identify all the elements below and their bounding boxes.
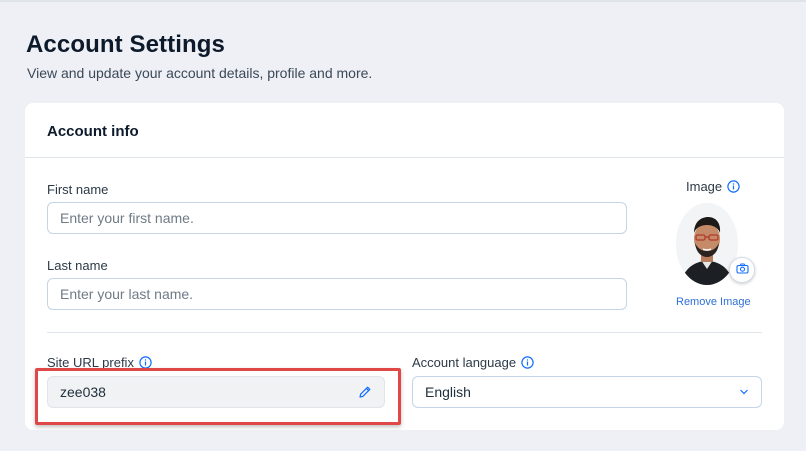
page-title: Account Settings bbox=[26, 31, 225, 58]
divider bbox=[47, 332, 762, 333]
last-name-label-text: Last name bbox=[47, 258, 108, 273]
card-header: Account info bbox=[25, 103, 784, 158]
first-name-label-text: First name bbox=[47, 182, 109, 197]
page-subtitle: View and update your account details, pr… bbox=[27, 65, 373, 81]
chevron-down-icon bbox=[739, 389, 749, 395]
first-name-label: First name bbox=[47, 182, 108, 197]
account-language-dropdown[interactable]: English bbox=[412, 376, 762, 408]
image-label: Image bbox=[686, 179, 740, 194]
change-image-button[interactable] bbox=[729, 257, 755, 283]
last-name-label: Last name bbox=[47, 258, 108, 273]
info-icon[interactable] bbox=[521, 356, 534, 369]
image-label-text: Image bbox=[686, 179, 723, 194]
highlight-box bbox=[35, 368, 401, 425]
last-name-input[interactable] bbox=[47, 278, 627, 310]
camera-icon bbox=[735, 261, 749, 279]
card-title: Account info bbox=[47, 123, 139, 140]
info-icon[interactable] bbox=[727, 180, 740, 193]
account-info-card: Account info First name Last name Image bbox=[25, 103, 784, 430]
remove-image-link[interactable]: Remove Image bbox=[676, 296, 751, 308]
top-border bbox=[0, 0, 806, 2]
account-language-label: Account language bbox=[412, 355, 534, 370]
account-language-value: English bbox=[425, 384, 471, 400]
account-language-label-text: Account language bbox=[412, 355, 517, 370]
first-name-input[interactable] bbox=[47, 202, 627, 234]
